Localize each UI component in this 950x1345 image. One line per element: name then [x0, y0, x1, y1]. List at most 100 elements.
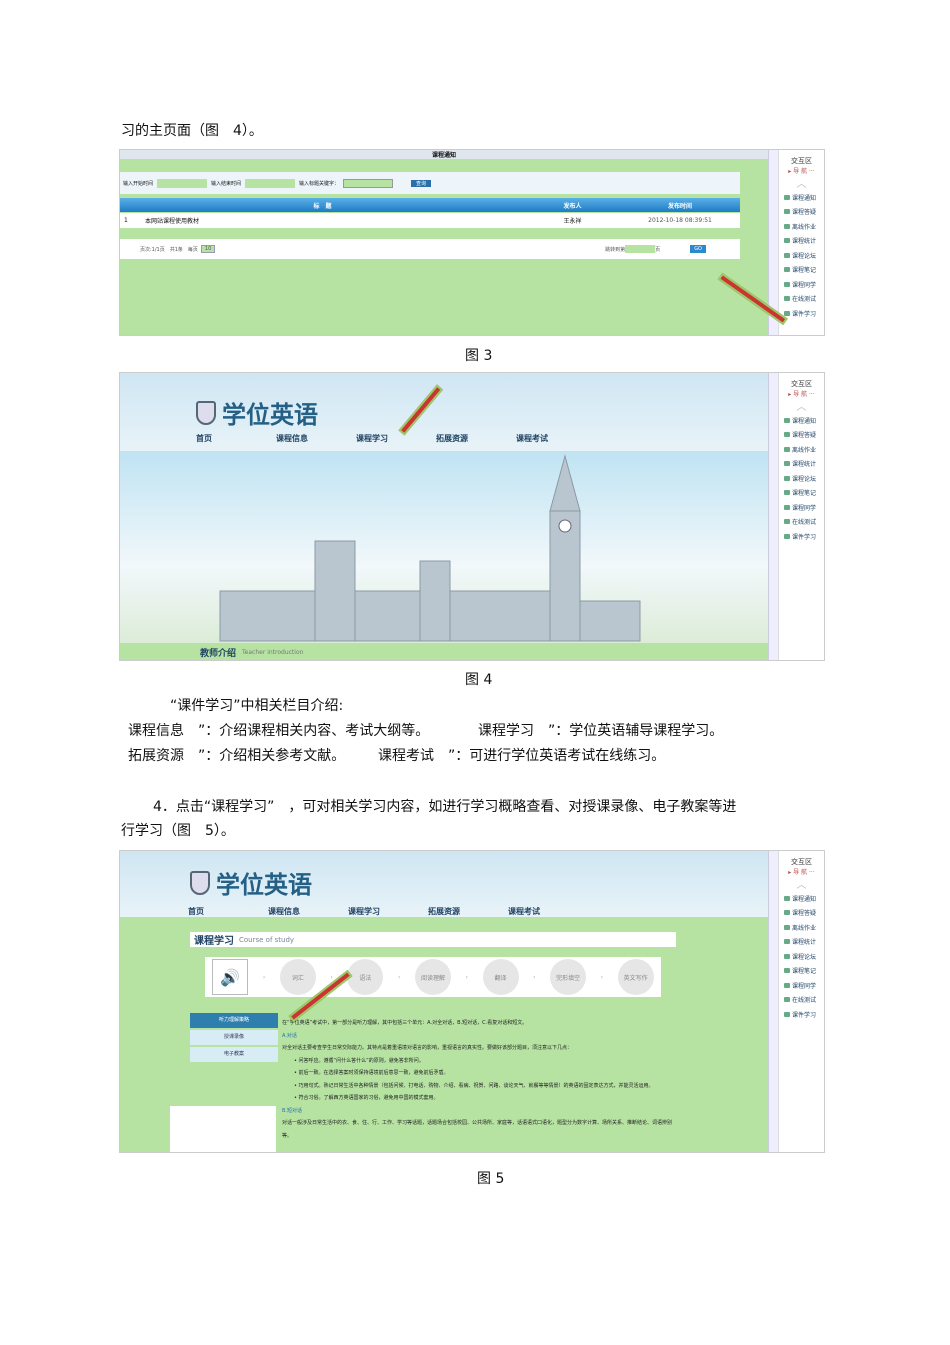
scrollbar[interactable]: [768, 851, 778, 1152]
teacher-intro-title: 教师介绍: [200, 649, 237, 659]
nav-item[interactable]: 拓展资源: [428, 906, 508, 917]
content-paragraph: • 符合习俗。了解西方英语国家的习俗，避免用中国的模式套用。: [294, 1095, 439, 1101]
sidebar-item[interactable]: 在线测试: [779, 515, 824, 530]
sidebar-item[interactable]: 课件学习: [779, 1007, 824, 1022]
sidebar-item-icon: [784, 895, 790, 901]
sidebar-item-label: 课程通知: [792, 895, 817, 903]
start-time-input[interactable]: [157, 178, 208, 188]
sidebar-item[interactable]: 课程同学: [779, 978, 824, 993]
sidebar-item[interactable]: 课程论坛: [779, 949, 824, 964]
sidebar-item[interactable]: 课程答疑: [779, 205, 824, 220]
blank-panel: [170, 1106, 276, 1152]
sidebar-item[interactable]: 在线测试: [779, 993, 824, 1008]
step-button[interactable]: 翻译: [482, 959, 519, 995]
row-title[interactable]: 本网站课程使用教材: [145, 216, 525, 225]
row-index: 1: [124, 217, 128, 224]
step-button[interactable]: 语法: [347, 959, 384, 995]
pager-text: 页次:1/1页 共1条 每页: [140, 246, 198, 253]
collapse-up-icon[interactable]: ︿: [779, 876, 824, 891]
sidebar-item[interactable]: 课程通知: [779, 413, 824, 428]
goto-input[interactable]: [625, 245, 656, 253]
collapse-up-icon[interactable]: ︿: [779, 398, 824, 413]
nav-item[interactable]: 课程考试: [508, 906, 588, 917]
collapse-up-icon[interactable]: ︿: [779, 175, 824, 190]
sidebar-item[interactable]: 课程答疑: [779, 428, 824, 443]
sidebar-item-icon: [784, 310, 790, 316]
scrollbar[interactable]: [768, 373, 778, 660]
sidebar-item-label: 在线测试: [792, 997, 817, 1005]
sidebar-item-label: 课程答疑: [792, 209, 817, 217]
sidebar-title: 交互区: [791, 380, 812, 388]
nav-item[interactable]: 课程学习: [348, 906, 428, 917]
sidebar-item[interactable]: 离线作业: [779, 219, 824, 234]
search-button[interactable]: 查询: [411, 179, 432, 187]
content-paragraph: 在“学位英语”考试中，第一部分是听力理解，其中包括三个单元：A.对全对话，B.短…: [282, 1020, 528, 1026]
section-title: 课程学习: [194, 936, 234, 947]
chevron-right-icon: ›: [397, 973, 401, 981]
sidebar-item[interactable]: 课程论坛: [779, 471, 824, 486]
sidebar-item-icon: [784, 968, 790, 974]
nav-item[interactable]: 拓展资源: [436, 433, 516, 444]
sidebar-item[interactable]: 课程答疑: [779, 906, 824, 921]
sidebar-item-label: 课件学习: [792, 533, 817, 541]
sidebar-item-icon: [784, 910, 790, 916]
sidebar-item[interactable]: 课程统计: [779, 457, 824, 472]
end-time-label: 输入结束时间: [211, 180, 242, 187]
sidebar-item-icon: [784, 939, 790, 945]
sidebar-item-label: 课程通知: [792, 194, 817, 202]
sidebar-item[interactable]: 在线测试: [779, 292, 824, 307]
nav-item[interactable]: 首页: [188, 906, 268, 917]
sidebar-item[interactable]: 课程同学: [779, 500, 824, 515]
main-nav: 首页 课程信息 课程学习 拓展资源 课程考试: [188, 906, 588, 917]
sidebar-item[interactable]: 课程笔记: [779, 486, 824, 501]
sidebar-item[interactable]: 离线作业: [779, 920, 824, 935]
explain-item: 课程学习 ”：学位英语辅导课程学习。: [478, 723, 724, 739]
chevron-right-icon: ›: [600, 973, 604, 981]
teacher-intro-en: Teacher introduction: [242, 649, 304, 656]
content-paragraph: • 巧用句式。熟记日常生活中各种情景（包括问候、打电话、购物、介绍、看病、祝贺、…: [294, 1082, 654, 1089]
sidebar-item[interactable]: 课程通知: [779, 891, 824, 906]
step-button[interactable]: 英文写作: [617, 959, 654, 995]
teacher-intro-bar: 教师介绍 Teacher introduction: [120, 643, 768, 660]
step-button[interactable]: 阅读理解: [414, 959, 451, 995]
nav-item[interactable]: 课程考试: [516, 433, 596, 444]
sidebar-item[interactable]: 课程笔记: [779, 964, 824, 979]
sidebar-item[interactable]: 离线作业: [779, 442, 824, 457]
goto-unit: 页: [655, 246, 661, 253]
nav-item[interactable]: 课程信息: [276, 433, 356, 444]
table-row[interactable]: 1 本网站课程使用教材 王永祥 2012-10-18 08:39:51: [120, 213, 740, 228]
step-button[interactable]: 完形填空: [550, 959, 587, 995]
sidebar-item-label: 课程笔记: [792, 968, 817, 976]
sidebar-item-icon: [784, 982, 790, 988]
sidebar-item[interactable]: 课程统计: [779, 935, 824, 950]
sidebar-title: 交互区: [791, 858, 812, 866]
sidebar-item[interactable]: 课程笔记: [779, 263, 824, 278]
nav-item[interactable]: 课程信息: [268, 906, 348, 917]
page-size-select[interactable]: 10: [200, 245, 216, 253]
section-header: 课程学习 Course of study: [190, 932, 676, 947]
sidebar-item-icon: [784, 953, 790, 959]
step-button[interactable]: 词汇: [279, 959, 316, 995]
left-menu-item[interactable]: 电子教案: [190, 1047, 278, 1062]
explain-item: 拓展资源 ”：介绍相关参考文献。: [128, 748, 346, 764]
end-time-input[interactable]: [245, 178, 296, 188]
left-menu-item[interactable]: 授课录像: [190, 1030, 278, 1045]
nav-item[interactable]: 课程学习: [356, 433, 436, 444]
speaker-icon[interactable]: 🔊: [212, 959, 249, 995]
step4-line1: 4．点击“课程学习” ，可对相关学习内容，如进行学习概略查看、对授课录像、电子教…: [153, 799, 737, 815]
figure-4-screenshot: 学位英语 首页 课程信息 课程学习 拓展资源 课程考试 教师介绍 Teacher int…: [119, 372, 825, 661]
sidebar-item-icon: [784, 490, 790, 496]
sidebar-item[interactable]: 课程论坛: [779, 248, 824, 263]
nav-item[interactable]: 首页: [196, 433, 276, 444]
keyword-input[interactable]: [343, 178, 394, 188]
left-menu-item[interactable]: 听力理解策略: [190, 1013, 278, 1028]
sidebar-item[interactable]: 课程同学: [779, 277, 824, 292]
sidebar-item[interactable]: 课程统计: [779, 234, 824, 249]
sidebar-item[interactable]: 课程通知: [779, 190, 824, 205]
row-time: 2012-10-18 08:39:51: [648, 217, 712, 224]
go-button[interactable]: GO: [690, 245, 706, 253]
site-name: 学位英语: [222, 401, 318, 429]
chevron-right-icon: ›: [533, 973, 536, 981]
sidebar-item[interactable]: 课件学习: [779, 529, 824, 544]
sidebar-item-label: 离线作业: [792, 223, 817, 231]
